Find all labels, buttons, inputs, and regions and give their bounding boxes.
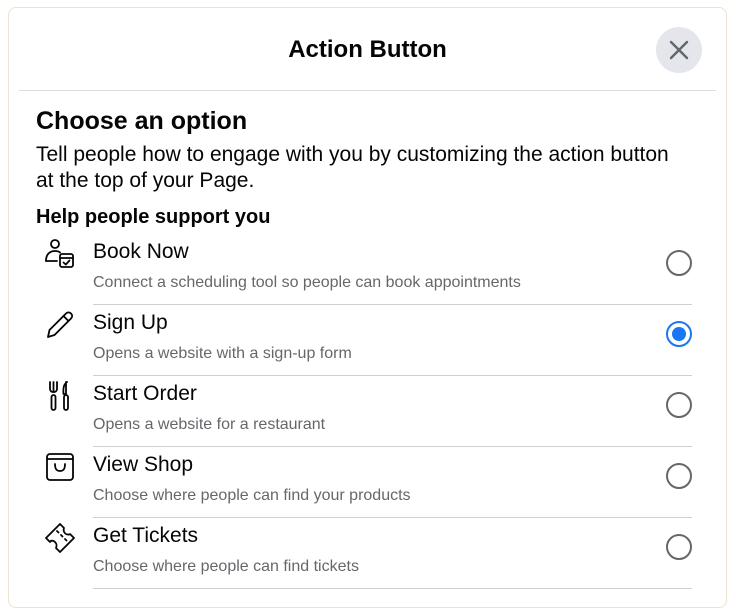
radio-view-shop[interactable] (666, 463, 692, 489)
section-description: Tell people how to engage with you by cu… (36, 143, 669, 192)
pencil-icon (43, 308, 77, 342)
option-get-tickets[interactable]: Get Tickets Choose where people can find… (9, 517, 726, 589)
option-book-now[interactable]: Book Now Connect a scheduling tool so pe… (9, 233, 726, 305)
dialog-header: Action Button (9, 8, 726, 91)
option-description: Choose where people can find your produc… (93, 487, 411, 504)
option-sign-up[interactable]: Sign Up Opens a website with a sign-up f… (9, 304, 726, 376)
option-description: Connect a scheduling tool so people can … (93, 274, 521, 291)
shopping-bag-icon (43, 450, 77, 484)
option-label: Start Order (93, 382, 197, 405)
fork-knife-icon (43, 379, 77, 413)
option-description: Opens a website for a restaurant (93, 416, 326, 433)
radio-sign-up[interactable] (666, 321, 692, 347)
dialog-title: Action Button (288, 36, 447, 63)
ticket-icon (43, 521, 77, 555)
radio-get-tickets[interactable] (666, 534, 692, 560)
option-start-order[interactable]: Start Order Opens a website for a restau… (9, 375, 726, 447)
option-label: Get Tickets (93, 524, 199, 547)
option-description: Opens a website with a sign-up form (93, 345, 352, 362)
close-button[interactable] (656, 27, 702, 73)
option-label: Book Now (93, 240, 189, 263)
radio-book-now[interactable] (666, 250, 692, 276)
section-title: Choose an option (36, 107, 248, 135)
option-divider (93, 588, 692, 589)
header-divider (19, 90, 716, 91)
radio-start-order[interactable] (666, 392, 692, 418)
option-label: Sign Up (93, 311, 168, 334)
close-icon (669, 40, 689, 60)
group-title: Help people support you (36, 206, 271, 228)
action-button-dialog: Action Button Choose an option Tell peop… (8, 7, 727, 608)
calendar-person-icon (43, 237, 77, 271)
option-label: View Shop (93, 453, 194, 476)
option-view-shop[interactable]: View Shop Choose where people can find y… (9, 446, 726, 518)
option-description: Choose where people can find tickets (93, 558, 359, 575)
